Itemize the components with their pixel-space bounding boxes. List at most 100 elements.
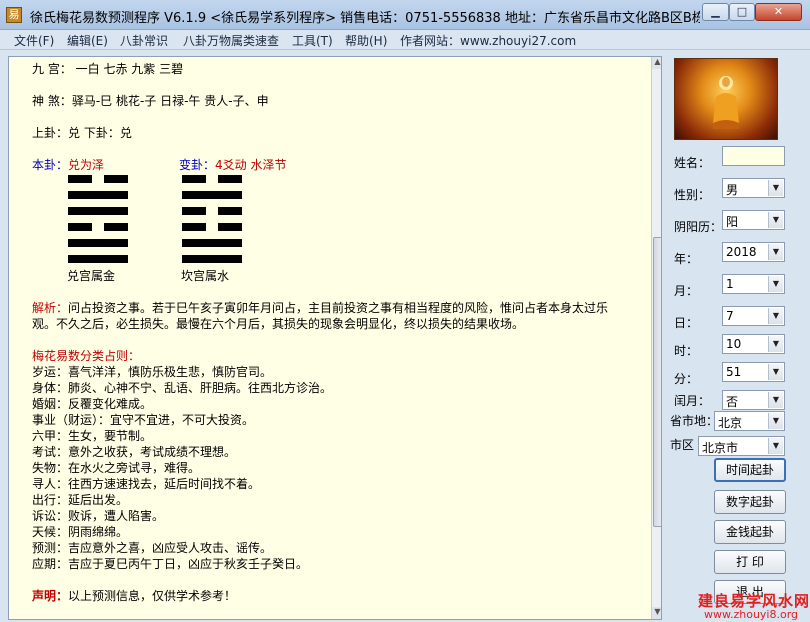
- bengua-line-4: [68, 223, 128, 231]
- rule-label: 岁运：: [32, 365, 69, 379]
- yang-bar: [68, 255, 128, 263]
- title-bar: 易 徐氏梅花易数预测程序 V6.1.9 <徐氏易学系列程序> 销售电话：0751…: [0, 0, 810, 30]
- month-select[interactable]: 1 ▼: [722, 274, 785, 294]
- rule-label: 应期：: [32, 557, 69, 571]
- day-select[interactable]: 7 ▼: [722, 306, 785, 326]
- rule-text: 宜守不宜进，不可大投资。: [110, 413, 255, 427]
- minute-label: 分：: [674, 372, 699, 386]
- name-input[interactable]: [722, 146, 785, 166]
- close-button[interactable]: ✕: [755, 3, 802, 21]
- rules-title: 梅花易数分类占则：: [32, 349, 141, 363]
- rule-item: 岁运：喜气洋洋，慎防乐极生悲，慎防官司。: [32, 363, 272, 380]
- chevron-down-icon[interactable]: ▼: [768, 364, 783, 380]
- gender-label: 性别：: [674, 188, 711, 202]
- menu-bar: 文件(F) 编辑(E) 八卦常识 八卦万物属类速查 工具(T) 帮助(H) 作者…: [0, 30, 810, 50]
- scroll-down-arrow-icon[interactable]: ▼: [652, 607, 661, 619]
- chevron-down-icon[interactable]: ▼: [768, 244, 783, 260]
- rule-item: 预测：吉应意外之喜，凶应受人攻击、谣传。: [32, 539, 272, 556]
- result-text-panel[interactable]: 九 宫： 一白 七赤 九紫 三碧 神 煞：驿马-巳 桃花-子 日禄-午 贵人-子…: [8, 56, 662, 620]
- leap-month-select[interactable]: 否 ▼: [722, 390, 785, 410]
- yin-bar-right: [104, 175, 128, 183]
- yin-bar-left: [182, 207, 206, 215]
- menu-bagua-basics[interactable]: 八卦常识: [120, 32, 168, 49]
- buddha-icon: [713, 76, 739, 129]
- rule-text: 反覆变化难成。: [68, 397, 153, 411]
- rule-text: 延后出发。: [68, 493, 129, 507]
- statement-text: 以上预测信息，仅供学术参考！: [68, 589, 237, 603]
- biangua-line-2: [182, 191, 242, 199]
- bengua-line-6: [68, 255, 128, 263]
- year-select[interactable]: 2018 ▼: [722, 242, 785, 262]
- bengua-line-1: [68, 175, 128, 183]
- maximize-button[interactable]: □: [729, 3, 755, 21]
- chevron-down-icon[interactable]: ▼: [768, 212, 783, 228]
- rule-label: 身体：: [32, 381, 69, 395]
- shensha-line: 神 煞：驿马-巳 桃花-子 日禄-午 贵人-子、申: [32, 94, 269, 108]
- chevron-down-icon[interactable]: ▼: [768, 276, 783, 292]
- menu-bagua-lookup[interactable]: 八卦万物属类速查: [183, 32, 279, 49]
- year-label: 年：: [674, 252, 699, 266]
- input-panel: 姓名： 性别： 男 ▼ 阴阳历： 阳 ▼ 年： 2018 ▼ 月： 1 ▼ 日： 7 ▼ …: [666, 52, 810, 622]
- chevron-down-icon[interactable]: ▼: [768, 180, 783, 196]
- bengua-line-3: [68, 207, 128, 215]
- gender-select[interactable]: 男 ▼: [722, 178, 785, 198]
- yang-bar: [182, 255, 242, 263]
- menu-tools[interactable]: 工具(T): [292, 32, 333, 49]
- statement-line: 声明：以上预测信息，仅供学术参考！: [32, 587, 236, 604]
- calendar-value: 阳: [726, 215, 739, 229]
- month-label: 月：: [674, 284, 699, 298]
- jiexi-line-1: 解析：问占投资之事。若于巳午亥子寅卯年月问占，主目前投资之事有相当程度的风险，惟…: [32, 299, 608, 316]
- jiexi-line-2: 观。不久之后，必生损失。最慢在六个月后，其损失的现象会明显化，终以损失的结果收场…: [32, 317, 525, 331]
- yang-bar: [182, 239, 242, 247]
- bengua-line-5: [68, 239, 128, 247]
- menu-author-site[interactable]: 作者网站：www.zhouyi27.com: [400, 32, 576, 49]
- rule-item: 诉讼：败诉，遭人陷害。: [32, 507, 164, 524]
- chevron-down-icon[interactable]: ▼: [768, 413, 783, 429]
- biangua-heading: 变卦：4爻动 水泽节: [179, 156, 286, 173]
- rule-label: 六甲：: [32, 429, 69, 443]
- rule-item: 六甲：生女，要节制。: [32, 427, 152, 444]
- chevron-down-icon[interactable]: ▼: [768, 438, 783, 454]
- yang-bar: [68, 239, 128, 247]
- hour-value: 10: [726, 337, 742, 351]
- chevron-down-icon[interactable]: ▼: [768, 336, 783, 352]
- print-button[interactable]: 打 印: [714, 550, 786, 574]
- minute-select[interactable]: 51 ▼: [722, 362, 785, 382]
- chevron-down-icon[interactable]: ▼: [768, 308, 783, 324]
- province-value: 北京: [718, 416, 743, 430]
- rule-label: 出行：: [32, 493, 69, 507]
- rule-text: 吉应于夏巳丙午丁日，凶应于秋亥壬子癸日。: [68, 557, 309, 571]
- city-value: 北京市: [702, 441, 739, 455]
- biangua-label: 变卦：: [179, 158, 216, 172]
- calendar-select[interactable]: 阳 ▼: [722, 210, 785, 230]
- rule-label: 失物：: [32, 461, 69, 475]
- yin-bar-left: [68, 223, 92, 231]
- menu-file[interactable]: 文件(F): [14, 32, 54, 49]
- watermark-line-2: www.zhouyi8.org: [704, 608, 799, 621]
- rule-label: 诉讼：: [32, 509, 69, 523]
- app-icon: 易: [6, 7, 22, 23]
- rule-text: 败诉，遭人陷害。: [68, 509, 165, 523]
- coin-divination-button[interactable]: 金钱起卦: [714, 520, 786, 544]
- rule-text: 吉应意外之喜，凶应受人攻击、谣传。: [68, 541, 273, 555]
- biangua-line-3: [182, 207, 242, 215]
- hour-select[interactable]: 10 ▼: [722, 334, 785, 354]
- rule-item: 身体：肺炎、心神不宁、乱语、肝胆病。往西北方诊治。: [32, 379, 332, 396]
- city-select[interactable]: 北京市 ▼: [698, 436, 785, 456]
- time-divination-button[interactable]: 时间起卦: [714, 458, 786, 482]
- scroll-up-arrow-icon[interactable]: ▲: [652, 57, 661, 69]
- yin-bar-right: [218, 175, 242, 183]
- vertical-scrollbar[interactable]: ▲ ▼: [651, 57, 661, 619]
- rule-label: 天候：: [32, 525, 69, 539]
- menu-help[interactable]: 帮助(H): [345, 32, 387, 49]
- scroll-thumb[interactable]: [653, 237, 661, 527]
- minute-value: 51: [726, 365, 742, 379]
- rule-text: 阴雨绵绵。: [68, 525, 129, 539]
- province-select[interactable]: 北京 ▼: [714, 411, 785, 431]
- menu-edit[interactable]: 编辑(E): [67, 32, 108, 49]
- minimize-button[interactable]: ▁: [702, 3, 729, 21]
- rule-label: 婚姻：: [32, 397, 69, 411]
- chevron-down-icon[interactable]: ▼: [768, 392, 783, 408]
- rule-item: 天候：阴雨绵绵。: [32, 523, 128, 540]
- number-divination-button[interactable]: 数字起卦: [714, 490, 786, 514]
